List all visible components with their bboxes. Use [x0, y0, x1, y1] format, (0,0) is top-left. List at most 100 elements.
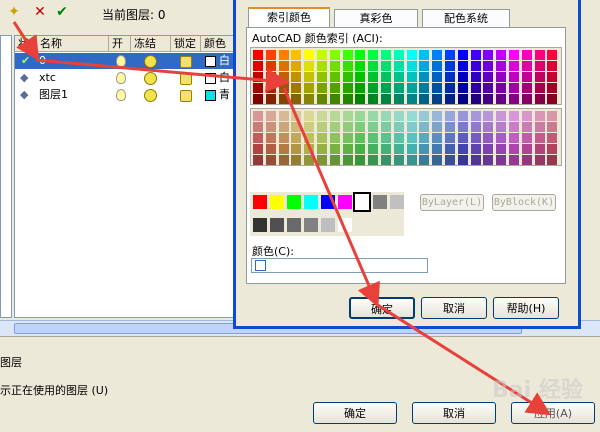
dialog-cancel-button[interactable]: 取消: [421, 297, 487, 319]
lightbulb-on-icon[interactable]: [116, 72, 126, 84]
color-gray-252[interactable]: [287, 218, 301, 232]
aci-color-cell[interactable]: [265, 111, 276, 121]
aci-color-cell[interactable]: [317, 155, 327, 165]
aci-color-cell[interactable]: [265, 83, 276, 93]
color-green[interactable]: [287, 195, 301, 209]
aci-color-cell[interactable]: [534, 72, 545, 82]
aci-color-cell[interactable]: [278, 72, 289, 82]
aci-color-cell[interactable]: [445, 155, 455, 165]
aci-color-cell[interactable]: [304, 83, 315, 93]
aci-color-cell[interactable]: [406, 50, 417, 60]
aci-color-cell[interactable]: [521, 94, 532, 104]
aci-color-cell[interactable]: [419, 111, 430, 121]
aci-color-cell[interactable]: [291, 83, 302, 93]
aci-color-cell[interactable]: [521, 83, 532, 93]
aci-color-cell[interactable]: [445, 111, 455, 121]
column-on[interactable]: 开: [109, 36, 131, 52]
aci-color-cell[interactable]: [547, 111, 558, 121]
color-blue[interactable]: [321, 195, 335, 209]
aci-color-cell[interactable]: [253, 94, 263, 104]
color-yellow[interactable]: [270, 195, 284, 209]
aci-color-cell[interactable]: [483, 111, 494, 121]
aci-color-cell[interactable]: [457, 122, 468, 132]
aci-color-cell[interactable]: [355, 133, 366, 143]
aci-color-cell[interactable]: [265, 155, 276, 165]
aci-color-cell[interactable]: [432, 122, 443, 132]
aci-color-cell[interactable]: [432, 144, 443, 154]
color-swatch[interactable]: [205, 73, 216, 84]
color-input[interactable]: [251, 258, 428, 273]
aci-color-cell[interactable]: [406, 144, 417, 154]
aci-color-cell[interactable]: [355, 94, 366, 104]
aci-color-cell[interactable]: [317, 144, 327, 154]
aci-color-cell[interactable]: [483, 61, 494, 71]
aci-color-cell[interactable]: [393, 50, 404, 60]
aci-color-cell[interactable]: [521, 155, 532, 165]
aci-color-cell[interactable]: [521, 144, 532, 154]
aci-color-cell[interactable]: [291, 144, 302, 154]
aci-color-cell[interactable]: [496, 83, 507, 93]
aci-color-cell[interactable]: [419, 72, 430, 82]
color-red[interactable]: [253, 195, 267, 209]
layer-row[interactable]: ◆ xtc 白: [15, 70, 235, 86]
aci-color-cell[interactable]: [496, 72, 507, 82]
aci-color-cell[interactable]: [470, 155, 481, 165]
aci-color-cell[interactable]: [355, 61, 366, 71]
aci-color-cell[interactable]: [496, 50, 507, 60]
aci-color-cell[interactable]: [381, 94, 391, 104]
layer-row[interactable]: ◆ 图层1 青: [15, 87, 235, 103]
aci-color-cell[interactable]: [432, 50, 443, 60]
aci-color-cell[interactable]: [483, 50, 494, 60]
aci-color-cell[interactable]: [291, 155, 302, 165]
aci-color-cell[interactable]: [317, 61, 327, 71]
aci-color-cell[interactable]: [278, 83, 289, 93]
aci-color-cell[interactable]: [368, 144, 379, 154]
aci-color-cell[interactable]: [445, 83, 455, 93]
aci-color-cell[interactable]: [483, 144, 494, 154]
unlock-icon[interactable]: [180, 73, 192, 85]
aci-color-cell[interactable]: [445, 72, 455, 82]
tab-true-color[interactable]: 真彩色: [334, 9, 418, 27]
aci-color-cell[interactable]: [253, 111, 263, 121]
color-magenta[interactable]: [338, 195, 352, 209]
aci-color-cell[interactable]: [342, 155, 353, 165]
aci-color-cell[interactable]: [342, 83, 353, 93]
aci-color-cell[interactable]: [457, 72, 468, 82]
aci-color-cell[interactable]: [509, 61, 519, 71]
aci-color-cell[interactable]: [317, 94, 327, 104]
color-gray-250[interactable]: [253, 218, 267, 232]
aci-color-cell[interactable]: [470, 61, 481, 71]
aci-color-cell[interactable]: [457, 94, 468, 104]
color-gray-251[interactable]: [270, 218, 284, 232]
aci-color-cell[interactable]: [470, 111, 481, 121]
aci-color-cell[interactable]: [381, 133, 391, 143]
aci-color-cell[interactable]: [521, 61, 532, 71]
aci-color-cell[interactable]: [419, 155, 430, 165]
aci-color-cell[interactable]: [253, 61, 263, 71]
bylayer-button[interactable]: ByLayer(L): [420, 194, 484, 211]
aci-color-cell[interactable]: [304, 94, 315, 104]
aci-color-cell[interactable]: [432, 83, 443, 93]
aci-color-cell[interactable]: [457, 133, 468, 143]
aci-color-cell[interactable]: [381, 155, 391, 165]
unlock-icon[interactable]: [180, 90, 192, 102]
aci-color-cell[interactable]: [342, 50, 353, 60]
aci-color-cell[interactable]: [355, 111, 366, 121]
aci-color-cell[interactable]: [457, 50, 468, 60]
tab-index-color[interactable]: 索引颜色: [248, 7, 330, 28]
aci-color-cell[interactable]: [509, 72, 519, 82]
aci-color-cell[interactable]: [317, 111, 327, 121]
aci-color-cell[interactable]: [419, 133, 430, 143]
aci-color-cell[interactable]: [445, 50, 455, 60]
delete-layer-icon[interactable]: ✕: [32, 4, 48, 20]
aci-color-cell[interactable]: [368, 122, 379, 132]
aci-color-cell[interactable]: [368, 61, 379, 71]
aci-color-cell[interactable]: [304, 122, 315, 132]
aci-color-cell[interactable]: [291, 61, 302, 71]
aci-color-cell[interactable]: [291, 50, 302, 60]
aci-color-cell[interactable]: [317, 72, 327, 82]
aci-color-cell[interactable]: [278, 133, 289, 143]
cancel-button[interactable]: 取消: [412, 402, 496, 424]
aci-color-cell[interactable]: [406, 83, 417, 93]
unlock-icon[interactable]: [180, 56, 192, 68]
